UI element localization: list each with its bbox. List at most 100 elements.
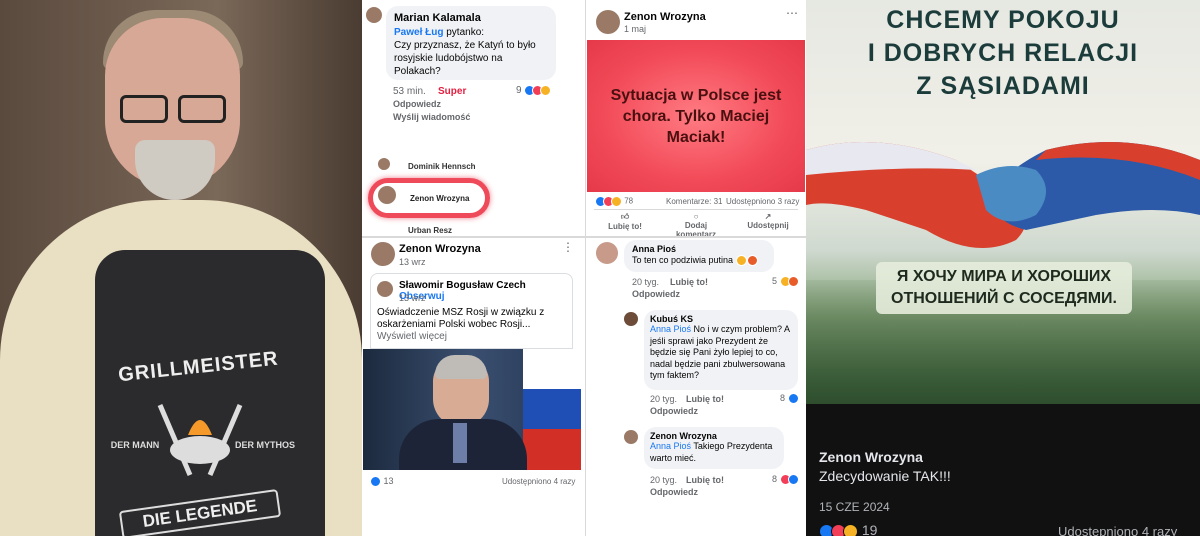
share-button-label: Udostępnij	[747, 221, 789, 230]
scream-emoji-icon	[735, 255, 747, 267]
shared-text: Oświadczenie MSZ Rosji w związku z oskar…	[377, 307, 545, 330]
haha-reaction-icon	[540, 85, 552, 96]
comment-prefix: pytanko:	[443, 27, 485, 38]
avatar[interactable]	[371, 242, 395, 266]
comment-time: 20 tyg.	[632, 277, 660, 287]
post-image[interactable]: CHCEMY POKOJU I DOBRYCH RELACJI Z SĄSIAD…	[806, 0, 1200, 404]
comment-text: Czy przyznasz, że Katyń to było rosyjski…	[394, 40, 536, 77]
image-title-line: I DOBRYCH RELACJI	[867, 39, 1139, 67]
apron-left-text: DER MANN	[110, 440, 160, 450]
post-date: 15 CZE 2024	[819, 500, 890, 514]
post-author[interactable]: Zenon Wrozyna	[624, 11, 706, 23]
russian-flag	[523, 349, 581, 470]
avatar[interactable]	[624, 430, 638, 444]
comment-bubble: Anna Pioś To ten co podziwia putina	[624, 240, 774, 272]
mention-link[interactable]: Paweł Ług	[394, 27, 443, 38]
angry-reaction-icon	[787, 276, 799, 288]
thumb-up-icon: 👍︎	[620, 212, 630, 221]
more-options-icon[interactable]: ⋮	[562, 240, 574, 254]
like-reaction-icon	[370, 476, 381, 488]
post-date[interactable]: 13 wrz	[399, 257, 426, 267]
reply-button[interactable]: Odpowiedz	[650, 487, 698, 497]
comment-icon: ○	[693, 212, 699, 221]
shared-author[interactable]: Sławomir Bogusław Czech	[399, 280, 526, 291]
avatar[interactable]	[596, 242, 618, 264]
see-more-link[interactable]: Wyświetl więcej	[377, 331, 447, 342]
column-post-comments: Zenon Wrozyna 1 maj ⋯ Sytuacja w Polsce …	[586, 0, 806, 536]
comment-time: 53 min.	[393, 86, 426, 97]
comment-author[interactable]: Kubuś KS	[650, 314, 792, 324]
russian-text-line: Я ХОЧУ МИРА И ХОРОШИХ	[896, 268, 1112, 285]
avatar[interactable]	[596, 10, 620, 34]
comment-count[interactable]: Komentarze: 31	[666, 197, 722, 206]
reaction-count: 8	[780, 393, 786, 403]
like-comment-button[interactable]: Lubię to!	[686, 475, 724, 485]
divider	[586, 236, 806, 238]
comment-time: 20 tyg.	[650, 475, 678, 485]
reaction-count: 8	[772, 474, 778, 484]
mention-link[interactable]: Anna Pioś	[650, 441, 691, 451]
reply-button[interactable]: Odpowiedz	[632, 289, 680, 299]
post-image[interactable]: Sytuacja w Polsce jest chora. Tylko Maci…	[587, 40, 805, 192]
apron-right-text: DER MYTHOS	[235, 440, 296, 450]
post-text: Zdecydowanie TAK!!!	[819, 468, 951, 484]
share-icon: ↗	[764, 212, 772, 221]
list-item[interactable]: Dominik Hennsch	[408, 162, 476, 171]
haha-reaction-icon	[843, 523, 858, 536]
post-image-text: Sytuacja w Polsce jest chora. Tylko Maci…	[610, 86, 782, 146]
divider	[594, 209, 798, 210]
comment-bubble: Kubuś KS Anna Pioś No i w czym problem? …	[644, 310, 798, 390]
like-comment-button[interactable]: Lubię to!	[670, 277, 708, 287]
comment-time: 20 tyg.	[650, 394, 678, 404]
comment-author[interactable]: Marian Kalamala	[394, 12, 548, 24]
share-count[interactable]: Udostępniono 3 razy	[726, 197, 799, 206]
avatar[interactable]	[366, 7, 382, 23]
mention-link[interactable]: Anna Pioś	[650, 324, 691, 334]
reply-button[interactable]: Odpowiedz	[650, 406, 698, 416]
man-photo: GRILLMEISTER DER MANN DER MYTHOS DIE LEG…	[0, 0, 362, 536]
glasses-right	[178, 95, 226, 123]
share-count[interactable]: Udostępniono 4 razy	[502, 477, 575, 486]
reaction-count: 9	[516, 85, 522, 97]
image-title-line: Z SĄSIADAMI	[916, 72, 1090, 100]
avatar[interactable]	[377, 281, 393, 297]
reaction-count: 5	[772, 276, 778, 286]
list-item[interactable]: Urban Resz	[408, 226, 452, 236]
handshake-illustration	[806, 142, 1200, 248]
like-reaction-icon	[787, 393, 799, 405]
share-button[interactable]: ↗ Udostępnij	[736, 212, 800, 230]
avatar[interactable]	[624, 312, 638, 326]
comment-author[interactable]: Anna Pioś	[632, 244, 766, 254]
comment-button[interactable]: ○ Dodaj komentarz	[664, 212, 728, 239]
post-author[interactable]: Zenon Wrozyna	[819, 449, 923, 465]
super-reaction-label[interactable]: Super	[438, 86, 466, 97]
like-button[interactable]: 👍︎ Lubię to!	[596, 212, 654, 231]
avatar[interactable]	[378, 186, 396, 204]
shared-post: Sławomir Bogusław Czech Obserwuj 13 wrz …	[370, 273, 573, 349]
comment-bubble: Marian Kalamala Paweł Ług pytanko: Czy p…	[386, 6, 556, 80]
like-comment-button[interactable]: Lubię to!	[686, 394, 724, 404]
reaction-count[interactable]: 19	[862, 522, 878, 536]
like-reaction-icon	[787, 474, 799, 486]
reply-button[interactable]: Odpowiedz	[393, 99, 441, 109]
post-image[interactable]	[363, 349, 581, 470]
send-message-button[interactable]: Wyślij wiadomość	[393, 112, 470, 122]
angry-emoji-icon	[746, 255, 758, 267]
glasses-left	[120, 95, 168, 123]
divider	[362, 236, 586, 238]
reaction-count[interactable]: 78	[624, 197, 633, 206]
like-button-label: Lubię to!	[608, 222, 642, 231]
list-item[interactable]: Zenon Wrozyna	[410, 194, 469, 203]
comment-bubble: Zenon Wrozyna Anna Pioś Takiego Prezyden…	[644, 427, 784, 469]
image-title-line: CHCEMY POKOJU	[886, 6, 1120, 34]
reaction-count[interactable]: 13	[384, 476, 394, 486]
avatar[interactable]	[378, 158, 390, 170]
comment-author[interactable]: Zenon Wrozyna	[650, 431, 778, 441]
reaction-list: Dominik Hennsch Zenon Wrozyna Urban Resz	[362, 150, 586, 236]
post-author[interactable]: Zenon Wrozyna	[399, 243, 481, 255]
russian-text-line: ОТНОШЕНИЙ С СОСЕДЯМИ.	[891, 290, 1117, 307]
column-dark-post: CHCEMY POKOJU I DOBRYCH RELACJI Z SĄSIAD…	[806, 0, 1200, 536]
post-date[interactable]: 1 maj	[624, 24, 646, 34]
more-options-icon[interactable]: ⋯	[786, 6, 798, 20]
share-count[interactable]: Udostępniono 4 razy	[1058, 524, 1177, 536]
